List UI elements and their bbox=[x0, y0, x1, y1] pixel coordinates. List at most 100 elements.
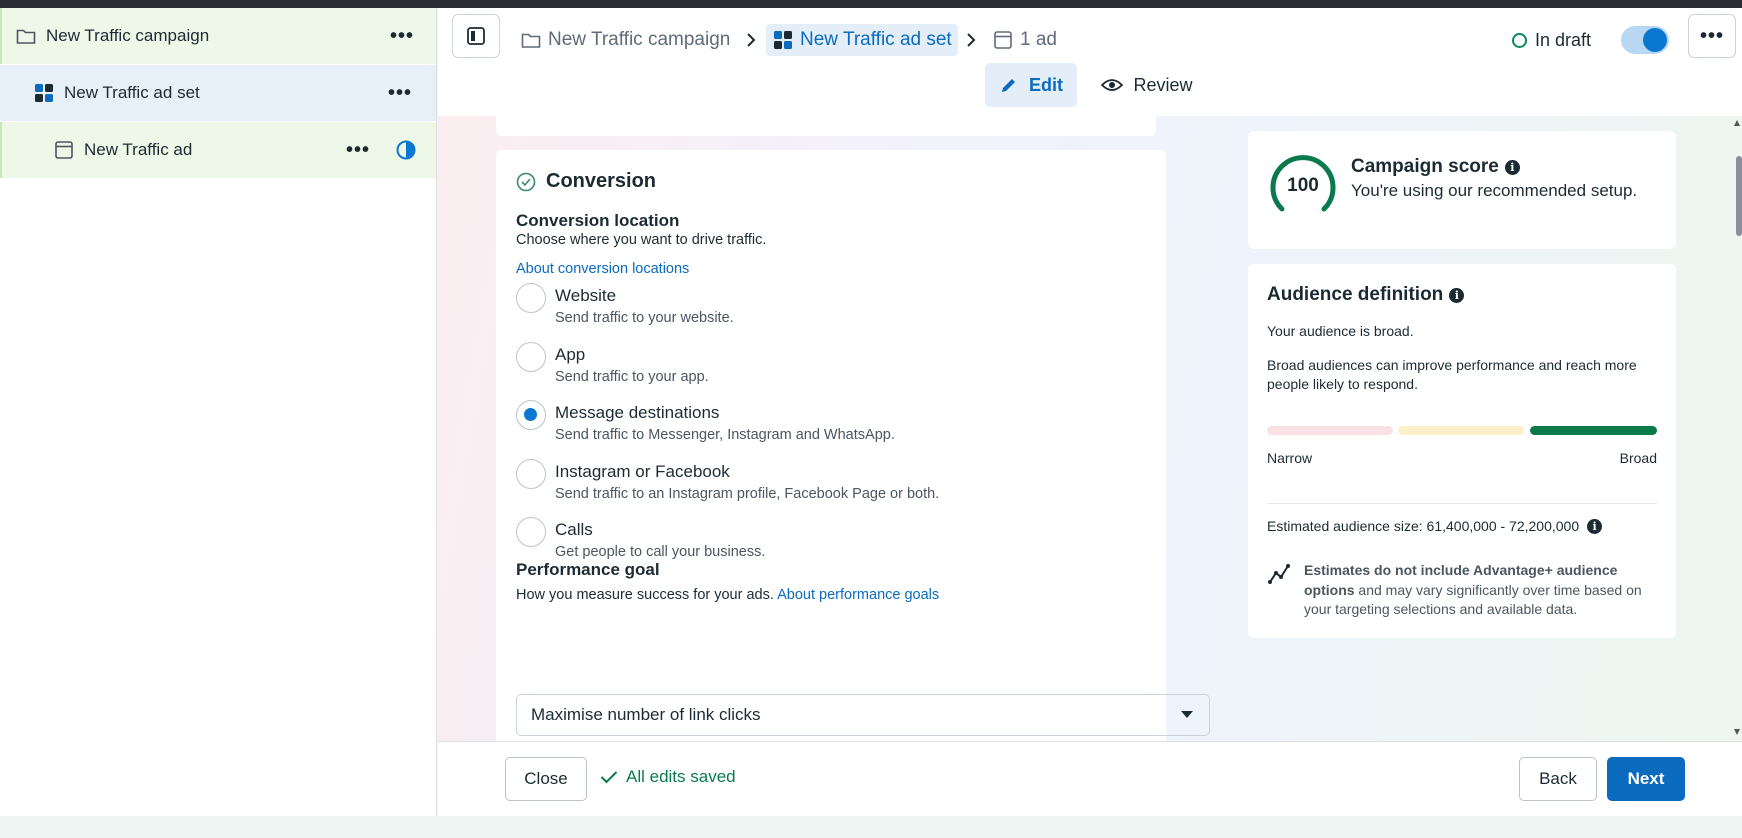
radio-button[interactable] bbox=[516, 459, 546, 489]
radio-description: Send traffic to your app. bbox=[555, 369, 709, 385]
grid-icon bbox=[772, 29, 794, 51]
info-icon[interactable]: i bbox=[1587, 518, 1603, 534]
conversion-title: Conversion bbox=[516, 170, 656, 193]
toggle-sidebar-button[interactable] bbox=[452, 14, 500, 58]
performance-goal-subtitle: How you measure success for your ads. Ab… bbox=[516, 587, 939, 603]
audience-definition-card: Audience definition i Your audience is b… bbox=[1248, 264, 1676, 638]
more-options-icon[interactable]: ••• bbox=[346, 140, 370, 160]
score-subtitle: You're using our recommended setup. bbox=[1351, 181, 1638, 200]
sidebar-item-ad[interactable]: New Traffic ad ••• bbox=[0, 122, 436, 178]
check-circle-icon bbox=[516, 172, 536, 191]
on-off-toggle[interactable] bbox=[1621, 26, 1669, 54]
tab-label: Review bbox=[1133, 74, 1193, 95]
breadcrumb-ad[interactable]: 1 ad bbox=[992, 24, 1057, 56]
scrollbar-thumb[interactable] bbox=[1736, 156, 1742, 236]
save-status: All edits saved bbox=[600, 767, 736, 787]
campaign-score-card: 100 Campaign score i You're using our re… bbox=[1248, 131, 1676, 249]
sidebar-item-label: New Traffic ad bbox=[84, 140, 193, 159]
info-icon[interactable]: i bbox=[1504, 159, 1520, 175]
top-window-strip bbox=[0, 0, 1742, 8]
sidebar-item-label: New Traffic ad set bbox=[64, 83, 200, 102]
save-status-text: All edits saved bbox=[626, 767, 736, 786]
more-options-button[interactable]: ••• bbox=[1688, 14, 1736, 58]
meter-broad-label: Broad bbox=[1619, 450, 1657, 466]
estimate-note: Estimates do not include Advantage+ audi… bbox=[1304, 561, 1654, 620]
meter-narrow-label: Narrow bbox=[1267, 450, 1313, 466]
radio-button[interactable] bbox=[516, 517, 546, 547]
radio-option-message-destinations[interactable]: Message destinations Send traffic to Mes… bbox=[516, 400, 1156, 454]
sidebar-item-label: New Traffic campaign bbox=[46, 26, 210, 45]
chevron-right-icon bbox=[967, 33, 976, 47]
ad-window-icon bbox=[992, 29, 1014, 51]
estimated-audience-size: Estimated audience size: 61,400,000 - 72… bbox=[1267, 518, 1603, 534]
radio-label: Instagram or Facebook bbox=[555, 462, 730, 481]
radio-button[interactable] bbox=[516, 342, 546, 372]
audience-title-text: Audience definition bbox=[1267, 284, 1444, 305]
radio-label: Website bbox=[555, 286, 617, 305]
estimated-audience-size-text: Estimated audience size: 61,400,000 - 72… bbox=[1267, 518, 1580, 534]
conversion-location-subtitle: Choose where you want to drive traffic. bbox=[516, 232, 767, 248]
sidebar-item-campaign[interactable]: New Traffic campaign ••• bbox=[0, 8, 436, 64]
conversion-location-heading: Conversion location bbox=[516, 211, 680, 230]
folder-icon bbox=[16, 26, 36, 46]
score-title-text: Campaign score bbox=[1351, 156, 1499, 177]
toggle-knob bbox=[1643, 28, 1667, 52]
bottom-background-strip bbox=[0, 816, 1742, 838]
tab-edit[interactable]: Edit bbox=[985, 63, 1077, 107]
audience-line-1: Your audience is broad. bbox=[1267, 323, 1414, 339]
back-button[interactable]: Back bbox=[1519, 757, 1597, 801]
performance-goal-select[interactable]: Maximise number of link clicks bbox=[516, 694, 1210, 736]
score-title: Campaign score i bbox=[1351, 156, 1520, 178]
draft-status: In draft bbox=[1512, 24, 1591, 56]
performance-goal-value: Maximise number of link clicks bbox=[531, 705, 761, 724]
radio-option-app[interactable]: App Send traffic to your app. bbox=[516, 342, 1156, 396]
breadcrumb-campaign[interactable]: New Traffic campaign bbox=[520, 24, 730, 56]
eye-icon bbox=[1101, 79, 1124, 91]
radio-description: Send traffic to your website. bbox=[555, 310, 734, 326]
ad-window-icon bbox=[54, 140, 74, 160]
audience-meter-narrow bbox=[1267, 426, 1393, 435]
sidebar-panel-icon bbox=[467, 27, 485, 45]
about-performance-goals-link[interactable]: About performance goals bbox=[777, 587, 939, 603]
pencil-icon bbox=[1002, 79, 1015, 92]
conversion-card: Conversion Conversion location Choose wh… bbox=[496, 150, 1210, 741]
radio-option-website[interactable]: Website Send traffic to your website. bbox=[516, 283, 1156, 337]
conversion-title-text: Conversion bbox=[546, 170, 657, 192]
trend-line-icon bbox=[1268, 564, 1290, 584]
audience-title: Audience definition i bbox=[1267, 284, 1465, 306]
performance-goal-heading: Performance goal bbox=[516, 560, 660, 579]
score-value: 100 bbox=[1287, 175, 1319, 196]
half-circle-status-icon bbox=[396, 140, 416, 160]
estimate-note-text: and may vary significantly over time bas… bbox=[1304, 581, 1642, 618]
close-button[interactable]: Close bbox=[505, 757, 587, 801]
info-icon[interactable]: i bbox=[1449, 287, 1465, 303]
radio-description: Send traffic to Messenger, Instagram and… bbox=[555, 427, 895, 443]
draft-status-dot-icon bbox=[1512, 32, 1527, 48]
performance-goal-subtitle-text: How you measure success for your ads. bbox=[516, 587, 774, 603]
sidebar-item-ad-set[interactable]: New Traffic ad set ••• bbox=[0, 65, 436, 121]
more-options-icon[interactable]: ••• bbox=[388, 83, 412, 103]
next-button[interactable]: Next bbox=[1607, 757, 1685, 801]
audience-line-2: Broad audiences can improve performance … bbox=[1267, 357, 1637, 392]
radio-button[interactable] bbox=[516, 283, 546, 313]
radio-description: Send traffic to an Instagram profile, Fa… bbox=[555, 486, 940, 502]
about-conversion-locations-link[interactable]: About conversion locations bbox=[516, 261, 689, 277]
breadcrumb-ad-set[interactable]: New Traffic ad set bbox=[766, 24, 958, 56]
checkmark-icon bbox=[600, 771, 618, 784]
radio-button-selected[interactable] bbox=[516, 400, 546, 430]
radio-label: App bbox=[555, 345, 586, 364]
editor-footer: Close All edits saved Back Next bbox=[438, 741, 1742, 816]
draft-status-label: In draft bbox=[1535, 29, 1592, 50]
tab-review[interactable]: Review bbox=[1097, 63, 1197, 107]
radio-label: Message destinations bbox=[555, 403, 720, 422]
radio-option-instagram-or-facebook[interactable]: Instagram or Facebook Send traffic to an… bbox=[516, 459, 1156, 513]
radio-label: Calls bbox=[555, 520, 593, 539]
grid-icon bbox=[34, 83, 54, 103]
breadcrumb-label: New Traffic campaign bbox=[548, 29, 731, 50]
editor-header: New Traffic campaign New Traffic ad set … bbox=[438, 8, 1742, 116]
divider bbox=[1267, 503, 1657, 504]
tab-label: Edit bbox=[1029, 74, 1063, 95]
more-options-icon[interactable]: ••• bbox=[390, 26, 414, 46]
breadcrumb-label: New Traffic ad set bbox=[800, 29, 952, 50]
chevron-right-icon bbox=[747, 33, 756, 47]
